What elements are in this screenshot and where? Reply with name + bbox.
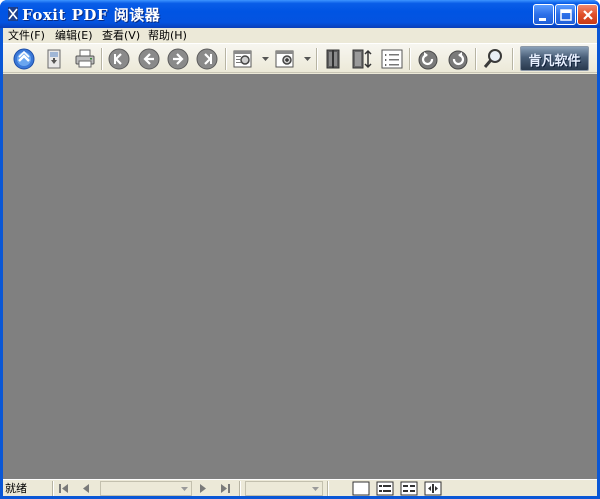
continuous-page-button[interactable] [350,47,374,71]
zoom-level-combo[interactable] [245,481,323,496]
minimize-button[interactable] [533,4,554,25]
view-facing-button[interactable] [400,481,418,496]
window-title: Foxit PDF 阅读器 [22,6,161,24]
rotate-left-icon [418,50,438,70]
search-icon [483,49,502,68]
continuous-page-icon [352,49,372,69]
first-page-icon [59,484,68,493]
single-page-icon [326,49,340,69]
zoom-fit-button[interactable] [231,47,255,71]
zoom-actual-icon [275,50,294,68]
menu-bar: 文件(F) 编辑(E) 查看(V) 帮助(H) [3,28,597,43]
foxit-app-icon[interactable] [6,6,20,22]
outline-icon [381,49,403,69]
maximize-button[interactable] [555,4,576,25]
toolbar-separator [512,48,514,70]
single-page-button[interactable] [321,47,345,71]
view-single-button[interactable] [352,481,370,496]
next-page-icon [200,484,206,493]
maximize-icon [560,9,572,21]
view-continuous-button[interactable] [376,481,394,496]
next-page-icon [167,48,189,70]
first-page-button[interactable] [107,47,131,71]
logo-text: 肯凡软件 [528,54,581,69]
document-area[interactable] [3,74,597,479]
menu-help[interactable]: 帮助(H) [146,28,189,43]
continuous-facing-view-icon [424,481,442,496]
search-button[interactable] [481,47,505,71]
rotate-right-button[interactable] [446,47,470,71]
facing-view-icon [400,481,418,496]
zoom-actual-dropdown-icon[interactable] [304,57,311,62]
last-page-icon [196,48,218,70]
client-area: 文件(F) 编辑(E) 查看(V) 帮助(H) 肯凡软件 就绪 [3,28,597,496]
toolbar-separator [475,48,477,70]
page-number-combo[interactable] [100,481,192,496]
status-first-page-button[interactable] [57,482,71,495]
save-icon [47,49,61,69]
minimize-icon [539,18,546,21]
status-separator [239,481,241,496]
previous-page-icon [83,484,89,493]
app-window: Foxit PDF 阅读器 文件(F) 编辑(E) 查看(V) 帮助(H) 肯凡… [0,0,600,499]
menu-view[interactable]: 查看(V) [100,28,142,43]
status-separator [327,481,329,496]
chevron-down-icon [181,487,188,491]
status-next-page-button[interactable] [196,482,210,495]
status-separator [52,481,54,496]
last-page-icon [221,484,230,493]
zoom-fit-icon [233,50,252,68]
print-button[interactable] [73,47,97,71]
menu-edit[interactable]: 编辑(E) [53,28,95,43]
print-icon [75,49,95,68]
menu-file[interactable]: 文件(F) [6,28,47,43]
save-button[interactable] [42,47,66,71]
logo-button[interactable]: 肯凡软件 [520,46,589,71]
zoom-actual-button[interactable] [273,47,297,71]
outline-button[interactable] [380,47,404,71]
up-button[interactable] [12,47,36,71]
chevron-down-icon [312,487,319,491]
zoom-fit-dropdown-icon[interactable] [262,57,269,62]
first-page-icon [108,48,130,70]
continuous-view-icon [376,481,394,496]
title-bar[interactable]: Foxit PDF 阅读器 [0,0,600,28]
status-text: 就绪 [5,482,27,495]
status-last-page-button[interactable] [218,482,232,495]
close-button[interactable] [577,4,598,25]
rotate-left-button[interactable] [416,47,440,71]
next-page-button[interactable] [166,47,190,71]
toolbar-separator [101,48,103,70]
toolbar: 肯凡软件 [3,43,597,73]
up-arrow-icon [13,48,35,70]
rotate-right-icon [448,50,468,70]
close-icon [583,10,593,20]
status-previous-page-button[interactable] [79,482,93,495]
view-continuous-facing-button[interactable] [424,481,442,496]
toolbar-separator [316,48,318,70]
status-bar: 就绪 [3,479,597,496]
last-page-button[interactable] [195,47,219,71]
toolbar-separator [225,48,227,70]
toolbar-separator [409,48,411,70]
previous-page-icon [138,48,160,70]
single-page-view-icon [352,481,370,496]
previous-page-button[interactable] [137,47,161,71]
